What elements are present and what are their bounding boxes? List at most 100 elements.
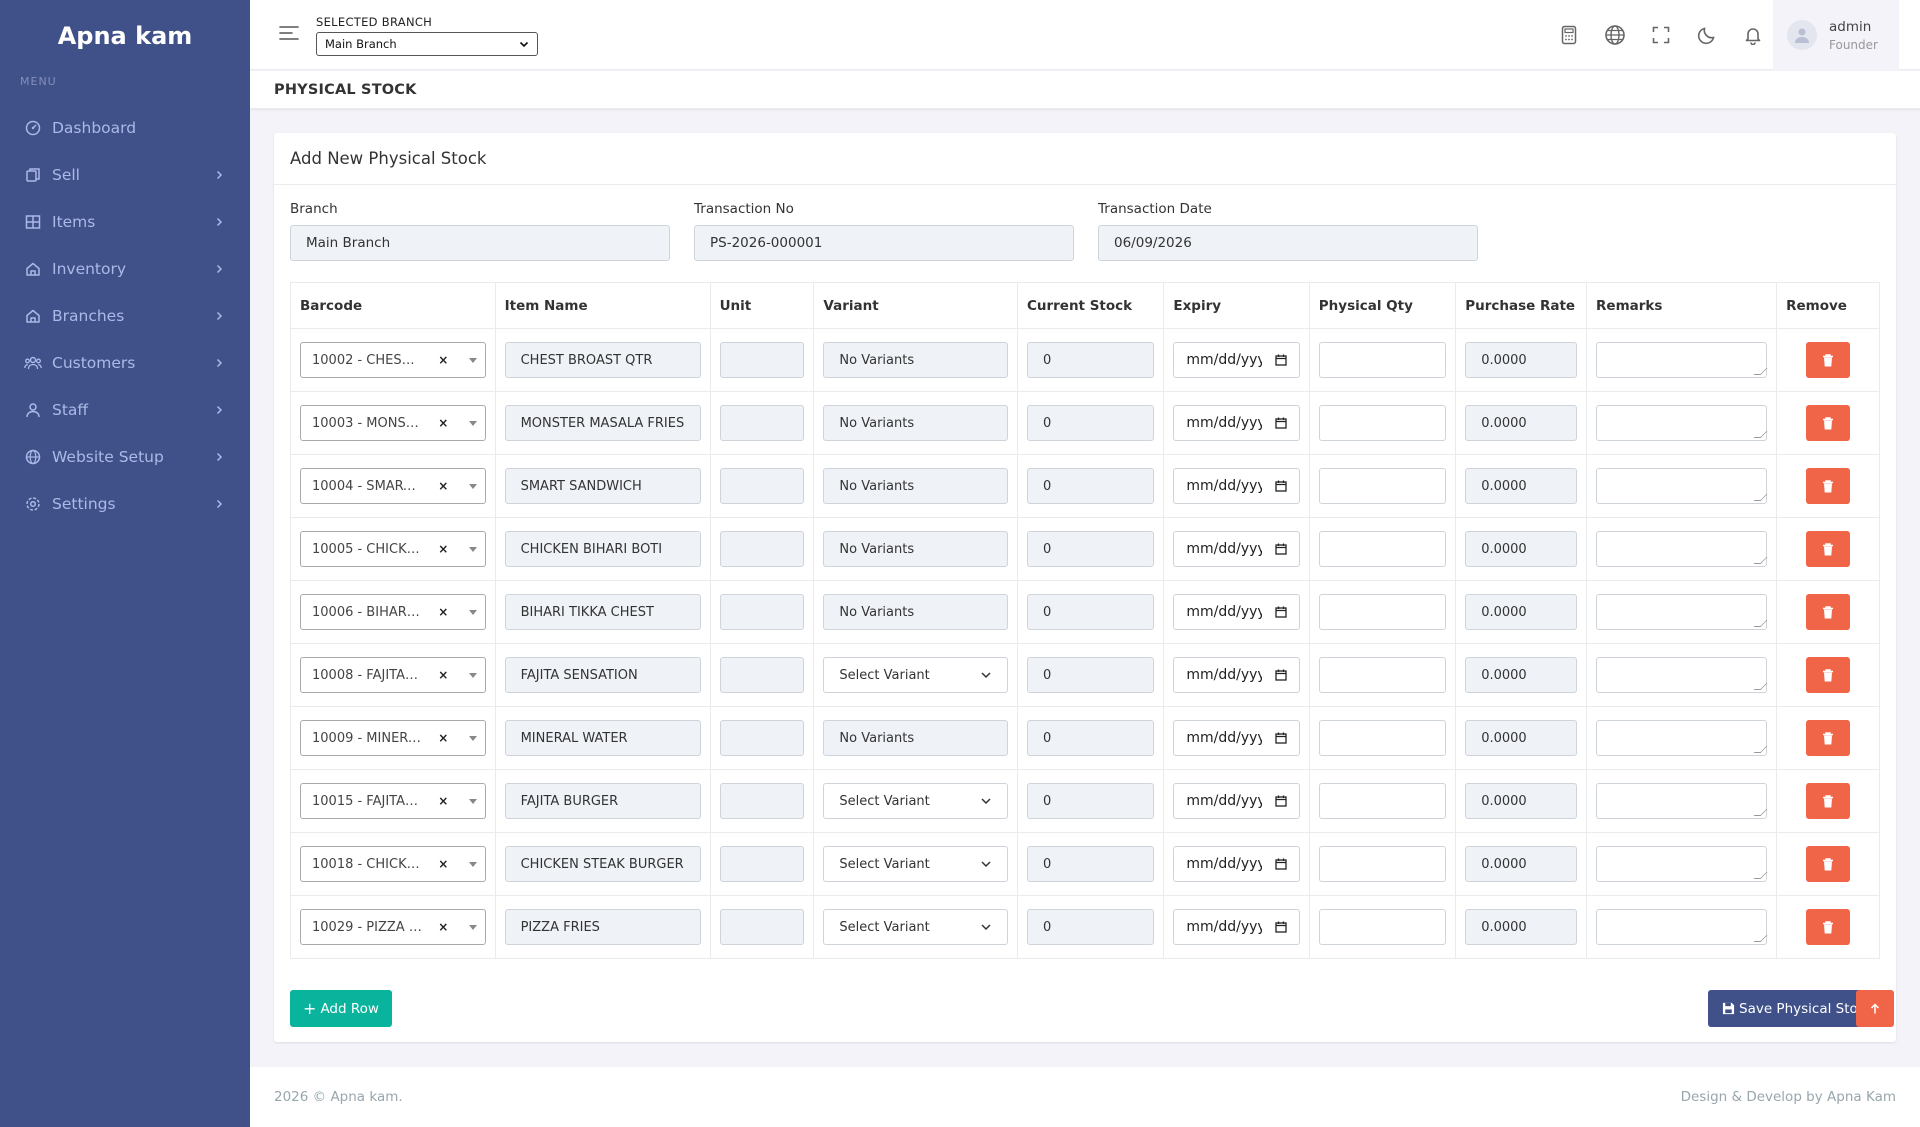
hamburger-menu-icon[interactable] [278, 22, 300, 44]
physical-qty-input[interactable] [1318, 783, 1447, 819]
variant-select[interactable]: Select Variant [823, 657, 1008, 693]
remarks-textarea[interactable] [1596, 342, 1768, 378]
remove-row-button[interactable] [1806, 783, 1851, 819]
resize-grip-icon[interactable] [1753, 872, 1768, 879]
expiry-date-input[interactable]: mm/dd/yyyy [1173, 657, 1300, 693]
variant-select[interactable]: Select Variant [823, 783, 1008, 819]
save-physical-stock-button[interactable]: Save Physical Stock [1708, 990, 1880, 1027]
remove-row-button[interactable] [1806, 720, 1851, 756]
sidebar-item-settings[interactable]: Settings [0, 480, 250, 527]
item-name-field[interactable]: CHICKEN BIHARI BOTI [504, 531, 701, 567]
resize-grip-icon[interactable] [1753, 935, 1768, 942]
purchase-rate-field[interactable]: 0.0000 [1465, 657, 1578, 693]
barcode-select[interactable]: 10003 - MONSTER MASALA FRIES × [300, 405, 486, 441]
resize-grip-icon[interactable] [1753, 746, 1768, 753]
resize-grip-icon[interactable] [1753, 368, 1768, 375]
dropdown-caret-icon[interactable] [468, 420, 477, 426]
barcode-select[interactable]: 10002 - CHEST BROAST QTR × [300, 342, 486, 378]
sidebar-item-dashboard[interactable]: Dashboard [0, 104, 250, 151]
barcode-select[interactable]: 10004 - SMART SANDWICH × [300, 468, 486, 504]
sidebar-item-sell[interactable]: Sell [0, 151, 250, 198]
clear-selection-icon[interactable]: × [438, 668, 448, 682]
unit-field[interactable] [719, 405, 805, 441]
sidebar-item-items[interactable]: Items [0, 198, 250, 245]
item-name-field[interactable]: CHICKEN STEAK BURGER [504, 846, 701, 882]
transaction-date-field[interactable]: 06/09/2026 [1098, 225, 1478, 261]
unit-field[interactable] [719, 468, 805, 504]
purchase-rate-field[interactable]: 0.0000 [1465, 531, 1578, 567]
variant-field[interactable]: No Variants [823, 720, 1008, 756]
clear-selection-icon[interactable]: × [438, 731, 448, 745]
clear-selection-icon[interactable]: × [438, 353, 448, 367]
sidebar-item-staff[interactable]: Staff [0, 386, 250, 433]
dropdown-caret-icon[interactable] [468, 735, 477, 741]
item-name-field[interactable]: PIZZA FRIES [504, 909, 701, 945]
expiry-date-input[interactable]: mm/dd/yyyy [1173, 909, 1300, 945]
expiry-date-input[interactable]: mm/dd/yyyy [1173, 342, 1300, 378]
calculator-icon[interactable] [1546, 20, 1592, 50]
dropdown-caret-icon[interactable] [468, 483, 477, 489]
physical-qty-input[interactable] [1318, 594, 1447, 630]
remarks-textarea[interactable] [1596, 594, 1768, 630]
bell-icon[interactable] [1730, 20, 1776, 50]
variant-select[interactable]: Select Variant [823, 909, 1008, 945]
item-name-field[interactable]: CHEST BROAST QTR [504, 342, 701, 378]
purchase-rate-field[interactable]: 0.0000 [1465, 468, 1578, 504]
barcode-select[interactable]: 10029 - PIZZA FRIES × [300, 909, 486, 945]
remove-row-button[interactable] [1806, 531, 1851, 567]
current-stock-field[interactable]: 0 [1026, 657, 1155, 693]
remarks-textarea[interactable] [1596, 657, 1768, 693]
remove-row-button[interactable] [1806, 909, 1851, 945]
unit-field[interactable] [719, 783, 805, 819]
physical-qty-input[interactable] [1318, 468, 1447, 504]
dropdown-caret-icon[interactable] [468, 672, 477, 678]
purchase-rate-field[interactable]: 0.0000 [1465, 783, 1578, 819]
expiry-date-input[interactable]: mm/dd/yyyy [1173, 783, 1300, 819]
variant-select[interactable]: Select Variant [823, 846, 1008, 882]
current-stock-field[interactable]: 0 [1026, 342, 1155, 378]
clear-selection-icon[interactable]: × [438, 605, 448, 619]
transaction-no-field[interactable]: PS-2026-000001 [694, 225, 1074, 261]
globe-icon[interactable] [1592, 20, 1638, 50]
user-profile[interactable]: admin Founder [1773, 0, 1899, 70]
unit-field[interactable] [719, 846, 805, 882]
remove-row-button[interactable] [1806, 594, 1851, 630]
remarks-textarea[interactable] [1596, 405, 1768, 441]
unit-field[interactable] [719, 531, 805, 567]
back-to-top-button[interactable] [1856, 990, 1894, 1027]
item-name-field[interactable]: BIHARI TIKKA CHEST [504, 594, 701, 630]
resize-grip-icon[interactable] [1753, 494, 1768, 501]
variant-field[interactable]: No Variants [823, 531, 1008, 567]
remarks-textarea[interactable] [1596, 468, 1768, 504]
variant-field[interactable]: No Variants [823, 405, 1008, 441]
variant-field[interactable]: No Variants [823, 468, 1008, 504]
current-stock-field[interactable]: 0 [1026, 468, 1155, 504]
physical-qty-input[interactable] [1318, 405, 1447, 441]
resize-grip-icon[interactable] [1753, 557, 1768, 564]
branch-field[interactable]: Main Branch [290, 225, 670, 261]
remarks-textarea[interactable] [1596, 720, 1768, 756]
item-name-field[interactable]: SMART SANDWICH [504, 468, 701, 504]
physical-qty-input[interactable] [1318, 657, 1447, 693]
expiry-date-input[interactable]: mm/dd/yyyy [1173, 594, 1300, 630]
barcode-select[interactable]: 10008 - FAJITA SENSATION × [300, 657, 486, 693]
sidebar-item-branches[interactable]: Branches [0, 292, 250, 339]
item-name-field[interactable]: MINERAL WATER [504, 720, 701, 756]
expiry-date-input[interactable]: mm/dd/yyyy [1173, 846, 1300, 882]
unit-field[interactable] [719, 720, 805, 756]
barcode-select[interactable]: 10015 - FAJITA BURGER × [300, 783, 486, 819]
item-name-field[interactable]: FAJITA BURGER [504, 783, 701, 819]
current-stock-field[interactable]: 0 [1026, 531, 1155, 567]
expiry-date-input[interactable]: mm/dd/yyyy [1173, 720, 1300, 756]
sidebar-item-customers[interactable]: Customers [0, 339, 250, 386]
clear-selection-icon[interactable]: × [438, 479, 448, 493]
dropdown-caret-icon[interactable] [468, 357, 477, 363]
item-name-field[interactable]: FAJITA SENSATION [504, 657, 701, 693]
current-stock-field[interactable]: 0 [1026, 846, 1155, 882]
purchase-rate-field[interactable]: 0.0000 [1465, 342, 1578, 378]
expiry-date-input[interactable]: mm/dd/yyyy [1173, 405, 1300, 441]
resize-grip-icon[interactable] [1753, 431, 1768, 438]
moon-icon[interactable] [1684, 20, 1730, 50]
remarks-textarea[interactable] [1596, 531, 1768, 567]
variant-field[interactable]: No Variants [823, 594, 1008, 630]
